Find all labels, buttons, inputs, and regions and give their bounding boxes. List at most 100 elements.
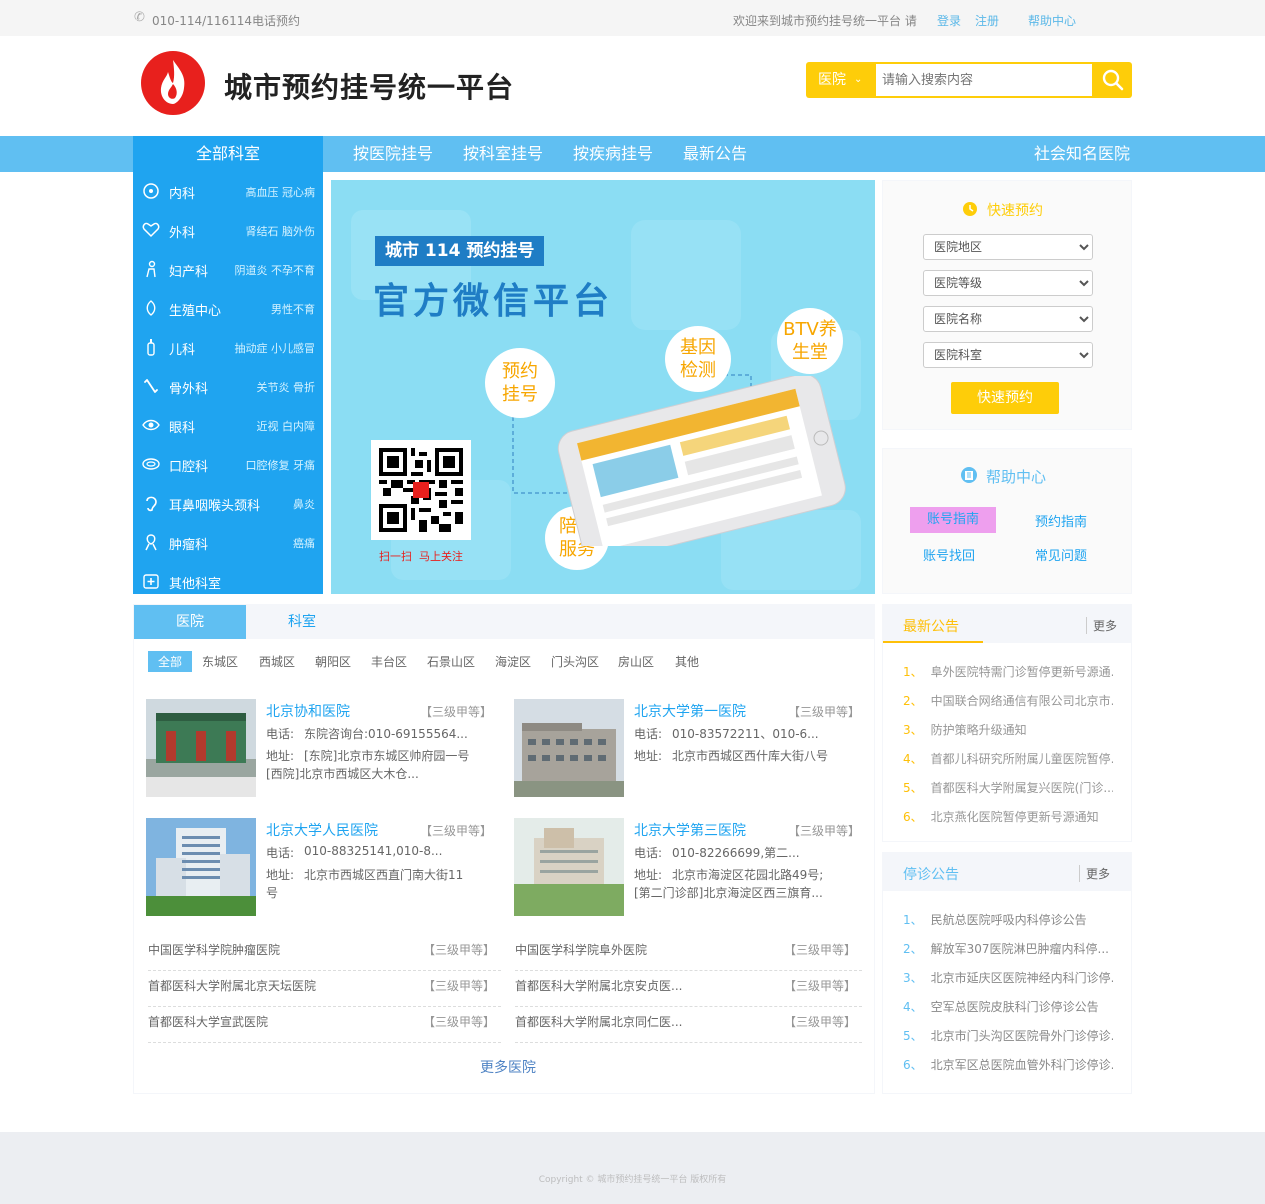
sidebar-item-sub[interactable]: 口腔修复 牙痛 [246,457,316,473]
sidebar-item-ophthalmology[interactable]: 眼科 近视 白内障 [133,406,323,445]
stop-notice-item[interactable]: 6、 北京军区总医院血管外科门诊停诊... [903,1056,1113,1073]
hospital-row[interactable]: 首都医科大学宣武医院 【三级甲等】 [148,1007,501,1043]
register-link[interactable]: 注册 [975,12,999,29]
hospital-area-select[interactable]: 医院地区 [923,234,1093,260]
search-button[interactable] [1094,62,1132,98]
faq-link[interactable]: 常见问题 [1035,545,1087,564]
announcement-item[interactable]: 4、 首都儿科研究所附属儿童医院暂停... [903,750,1113,767]
sidebar-item-sub[interactable]: 抽动症 小儿感冒 [235,340,316,356]
sidebar-item-orthopedics[interactable]: 骨外科 关节炎 骨折 [133,367,323,406]
sidebar-item-sub[interactable]: 肾结石 脑外伤 [246,223,316,239]
help-center-link[interactable]: 帮助中心 [1028,12,1076,29]
qr-code [371,440,471,540]
district-xicheng[interactable]: 西城区 [259,653,295,670]
hospital-name[interactable]: 北京协和医院 [266,701,350,721]
appointment-guide-link[interactable]: 预约指南 [1035,511,1087,530]
stop-notice-item[interactable]: 4、 空军总医院皮肤科门诊停诊公告 [903,998,1113,1015]
quick-appointment-button[interactable]: 快速预约 [951,382,1059,414]
sidebar-item-surgery[interactable]: 外科 肾结石 脑外伤 [133,211,323,250]
ear-icon [146,496,157,512]
hospital-row[interactable]: 中国医学科学院肿瘤医院 【三级甲等】 [148,935,501,971]
district-other[interactable]: 其他 [675,653,699,670]
announcement-item[interactable]: 6、 北京燕化医院暂停更新号源通知 [903,808,1113,825]
sidebar-item-sub[interactable]: 近视 白内障 [257,418,316,434]
nav-by-department[interactable]: 按科室挂号 [463,136,543,172]
hospital-card[interactable]: 北京大学第三医院 【三级甲等】 电话: 010-82266699,第二... 地… [514,818,870,918]
sidebar-item-sub[interactable]: 关节炎 骨折 [257,379,316,395]
hospital-row[interactable]: 首都医科大学附属北京同仁医... 【三级甲等】 [515,1007,862,1043]
sidebar-item-sub[interactable]: 男性不育 [271,301,315,317]
sidebar-item-oncology[interactable]: 肿瘤科 癌痛 [133,523,323,562]
hospital-list-panel: 医院 科室 全部 东城区 西城区 朝阳区 丰台区 石景山区 海淀区 门头沟区 房… [133,604,875,1094]
sidebar-item-sub[interactable]: 癌痛 [293,535,315,551]
stop-notice-item[interactable]: 2、 解放军307医院淋巴肿瘤内科停... [903,940,1113,957]
account-recovery-link[interactable]: 账号找回 [923,545,975,564]
announcement-item[interactable]: 1、 阜外医院特需门诊暂停更新号源通... [903,663,1113,680]
sidebar-item-stomatology[interactable]: 口腔科 口腔修复 牙痛 [133,445,323,484]
more-hospitals-link[interactable]: 更多医院 [480,1057,536,1077]
latest-more-link[interactable]: 更多 [1086,617,1117,634]
district-haidian[interactable]: 海淀区 [495,653,531,670]
district-shijingshan[interactable]: 石景山区 [427,653,475,670]
hospital-name[interactable]: 北京大学第三医院 [634,820,746,840]
hospital-photo [514,699,624,797]
hospital-card[interactable]: 北京大学第一医院 【三级甲等】 电话: 010-83572211、010-6..… [514,699,870,799]
hospital-tabs: 医院 科室 [134,605,874,639]
hospital-phone: 010-83572211、010-6... [672,727,819,741]
hospital-phone-label: 电话: [266,727,295,741]
sidebar-item-other[interactable]: 其他科室 [133,562,323,601]
stop-notice-item[interactable]: 5、 北京市门头沟区医院骨外门诊停诊... [903,1027,1113,1044]
login-link[interactable]: 登录 [937,12,961,29]
hospital-row-grade: 【三级甲等】 [422,1015,495,1029]
hospital-name[interactable]: 北京大学人民医院 [266,820,378,840]
stop-notice-item[interactable]: 3、 北京市延庆区医院神经内科门诊停... [903,969,1113,986]
district-dongcheng[interactable]: 东城区 [202,653,238,670]
district-fangshan[interactable]: 房山区 [618,653,654,670]
sidebar-item-pediatrics[interactable]: 儿科 抽动症 小儿感冒 [133,328,323,367]
sidebar-item-sub[interactable]: 阴道炎 不孕不育 [235,262,316,278]
sidebar-item-internal[interactable]: 内科 高血压 冠心病 [133,172,323,211]
stop-more-link[interactable]: 更多 [1079,865,1110,882]
sidebar-item-sub[interactable]: 高血压 冠心病 [246,184,316,200]
stop-notice-item[interactable]: 1、 民航总医院呼吸内科停诊公告 [903,911,1113,928]
announcement-item[interactable]: 3、 防护策略升级通知 [903,721,1113,738]
sidebar-item-sub[interactable]: 鼻炎 [293,496,315,512]
nav-latest-announcements[interactable]: 最新公告 [683,136,747,172]
tab-department[interactable]: 科室 [246,605,358,639]
nav-by-hospital[interactable]: 按医院挂号 [353,136,433,172]
district-chaoyang[interactable]: 朝阳区 [315,653,351,670]
hospital-phone: 010-82266699,第二... [672,846,800,860]
hospital-row[interactable]: 中国医学科学院阜外医院 【三级甲等】 [515,935,862,971]
hospital-department-select[interactable]: 医院科室 [923,342,1093,368]
hospital-card[interactable]: 北京协和医院 【三级甲等】 电话: 东院咨询台:010-69155564... … [146,699,502,799]
hospital-name[interactable]: 北京大学第一医院 [634,701,746,721]
top-bar: ✆ 010-114/116114电话预约 欢迎来到城市预约挂号统一平台 请 登录… [0,0,1265,36]
search-input[interactable] [876,64,1092,96]
hospital-name-select[interactable]: 医院名称 [923,306,1093,332]
header: 城市预约挂号统一平台 医院 ⌄ [0,36,1265,136]
sidebar-item-label: 口腔科 [169,460,209,475]
nav-by-disease[interactable]: 按疾病挂号 [573,136,653,172]
nav-famous-hospitals[interactable]: 社会知名医院 [1034,136,1130,172]
site-logo[interactable] [140,50,206,116]
tab-hospital[interactable]: 医院 [134,605,246,639]
heart-icon [142,222,160,238]
sidebar-item-ent[interactable]: 耳鼻咽喉头颈科 鼻炎 [133,484,323,523]
announcement-item[interactable]: 5、 首都医科大学附属复兴医院(门诊... [903,779,1113,796]
district-all[interactable]: 全部 [148,651,193,672]
sidebar-item-reproduction[interactable]: 生殖中心 男性不育 [133,289,323,328]
district-mentougou[interactable]: 门头沟区 [551,653,599,670]
announcement-item[interactable]: 2、 中国联合网络通信有限公司北京市... [903,692,1113,709]
hospital-card[interactable]: 北京大学人民医院 【三级甲等】 电话: 010-88325141,010-8..… [146,818,502,918]
district-fengtai[interactable]: 丰台区 [371,653,407,670]
hospital-level-select[interactable]: 医院等级 [923,270,1093,296]
search-category-select[interactable]: 医院 ⌄ [806,62,874,98]
account-guide-link[interactable]: 账号指南 [910,507,996,533]
wechat-banner[interactable]: 城市 114 预约挂号 官方微信平台 预约挂号 基因检测 BTV养生堂 陪诊服务… [331,180,875,594]
eye-icon [142,419,160,431]
hospital-row[interactable]: 首都医科大学附属北京天坛医院 【三级甲等】 [148,971,501,1007]
hospital-address: 北京市西城区西什库大街八号 [672,749,829,763]
sidebar-item-obstetrics[interactable]: 妇产科 阴道炎 不孕不育 [133,250,323,289]
nav-all-departments[interactable]: 全部科室 [133,136,323,172]
hospital-row[interactable]: 首都医科大学附属北京安贞医... 【三级甲等】 [515,971,862,1007]
